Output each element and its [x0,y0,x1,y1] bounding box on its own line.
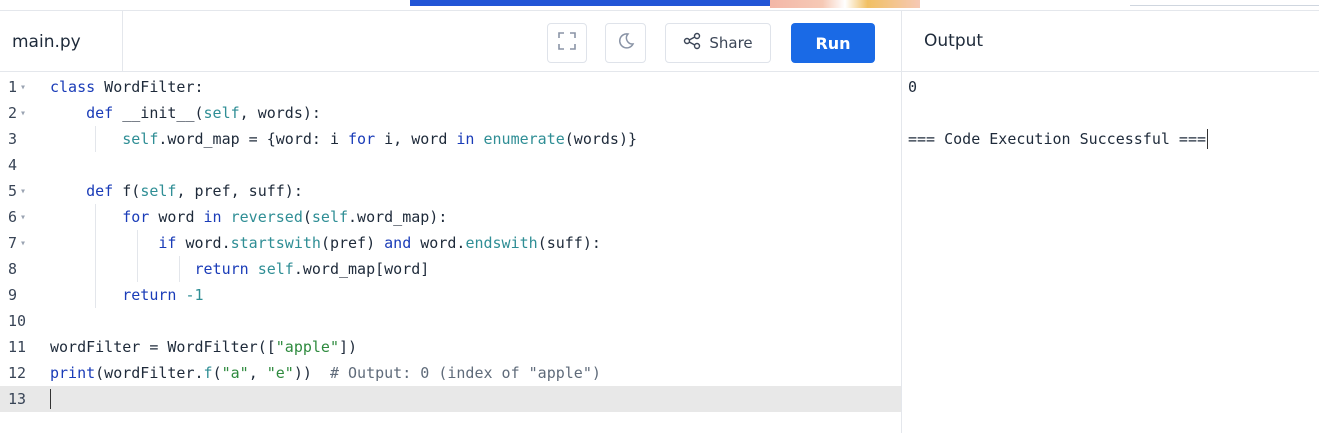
code-text: def __init__(self, words): [86,104,321,122]
indent-guide [137,230,138,256]
output-panel: Output 0 === Code Execution Successful =… [902,10,1319,433]
code-line: 3 self .word_map = {word: i for i, word i… [0,126,901,152]
code-text: for word in reversed(self .word_map): [50,204,447,230]
line-number: 9 [8,286,18,304]
line-number: 2 ▾ [8,104,27,122]
code-line: 11 wordFilter = WordFilter(["apple"]) [0,334,901,360]
code-line: 12 print (wordFilter. f("a", "e")) # Outpu… [0,360,901,386]
share-label: Share [709,34,753,52]
code-line: 6 ▾ for word in reversed(self .word_map): [0,204,901,230]
theme-toggle-button[interactable] [605,23,646,63]
code-text: class WordFilter: [50,78,204,96]
banner-ad-image [770,0,920,8]
code-line: 8 return self .word_map[word] [0,256,901,282]
line-number: 5 ▾ [8,182,27,200]
code-line-active: 13 [0,386,901,412]
code-line: 4 [0,152,901,178]
code-line: 10 [0,308,901,334]
share-button[interactable]: Share [665,23,771,63]
code-line: 9 return -1 [0,282,901,308]
text-cursor [50,389,51,409]
line-number: 6 ▾ [8,208,27,226]
code-line: 5 ▾ def f(self, pref, suff): [0,178,901,204]
fold-arrow-icon[interactable]: ▾ [20,186,26,197]
line-number: 10 [8,312,27,330]
indent-guide [95,256,96,282]
code-text: if word. startswith (pref) and word. endswi… [50,230,601,256]
share-icon [683,32,701,54]
line-number: 13 [8,390,27,408]
line-number: 3 [8,130,18,148]
code-text: self .word_map = {word: i for i, word in … [50,126,637,152]
fold-arrow-icon[interactable]: ▾ [20,212,26,223]
line-number: 7 ▾ [8,234,27,252]
code-text: wordFilter = WordFilter(["apple"]) [50,338,358,356]
code-text: return self .word_map[word] [50,256,429,282]
code-line: 7 ▾ if word. startswith (pref) and word. end… [0,230,901,256]
indent-guide [179,256,180,282]
line-number: 11 [8,338,27,356]
banner-divider [1130,5,1319,6]
indent-guide [95,230,96,256]
indent-guide [95,282,96,308]
code-line: 2 ▾ def __init__(self, words): [0,100,901,126]
fullscreen-button[interactable] [547,23,587,63]
code-text: def f(self, pref, suff): [86,182,303,200]
fold-arrow-icon[interactable]: ▾ [20,108,26,119]
top-banner [0,0,1319,10]
output-title: Output [902,10,1319,72]
output-line: 0 [908,78,918,96]
code-line: 1 ▾ class WordFilter: [0,74,901,100]
run-button[interactable]: Run [791,23,875,63]
indent-guide [95,204,96,230]
code-text: return -1 [50,282,204,308]
line-number: 1 ▾ [8,78,27,96]
indent-guide [95,126,96,152]
editor-panel: main.py Share Run 1 ▾ class WordFilter: … [0,10,901,433]
fullscreen-icon [558,32,576,54]
code-text [50,386,51,412]
editor-toolbar: main.py Share Run [0,10,901,72]
line-number: 8 [8,260,18,278]
file-tab-main-py[interactable]: main.py [0,11,123,72]
indent-guide [137,256,138,282]
line-number: 4 [8,156,18,174]
fold-arrow-icon[interactable]: ▾ [20,82,26,93]
text-cursor [1207,129,1209,149]
line-number: 12 [8,364,27,382]
moon-icon [617,32,635,54]
code-text: print (wordFilter. f("a", "e")) # Output: … [50,364,601,382]
fold-arrow-icon[interactable]: ▾ [20,238,26,249]
output-console[interactable]: 0 === Code Execution Successful === [902,72,1319,433]
code-editor[interactable]: 1 ▾ class WordFilter: 2 ▾ def __init__(sel… [0,72,901,433]
output-line-status: === Code Execution Successful === [908,129,1209,149]
